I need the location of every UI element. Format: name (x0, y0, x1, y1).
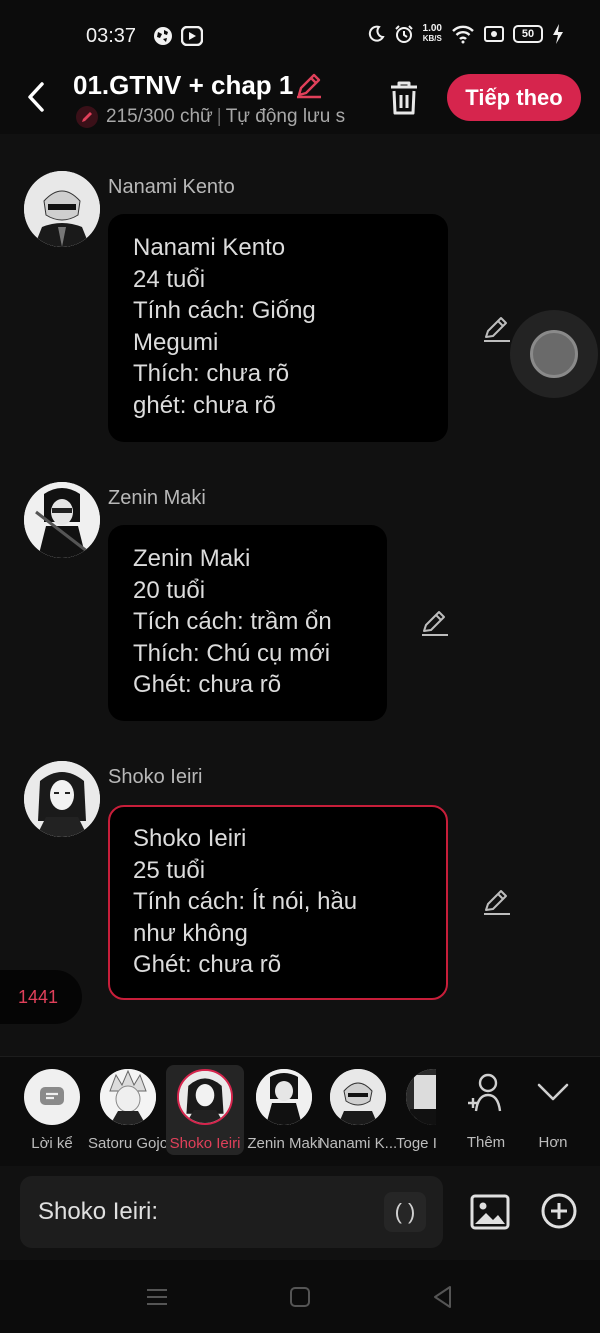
narration-icon (40, 1087, 64, 1105)
message-line: Thích: chưa rõ (133, 360, 290, 388)
trash-icon[interactable] (386, 78, 422, 118)
system-navigation (0, 1260, 600, 1333)
edit-message-icon[interactable] (482, 314, 512, 344)
character-label: Nanami K... (318, 1135, 398, 1152)
more-button[interactable]: Hơn (523, 1071, 583, 1151)
divider: | (216, 106, 222, 127)
message-author: Zenin Maki (108, 487, 206, 509)
status-time: 03:37 (86, 25, 137, 47)
autosave-status: Tự động lưu s (225, 106, 346, 127)
character-label: Lời kể (31, 1135, 73, 1152)
selected-message-bubble[interactable]: Shoko Ieiri 25 tuổi Tính cách: Ít nói, h… (108, 805, 448, 1000)
add-person-icon (468, 1073, 502, 1112)
message-input[interactable]: Shoko Ieiri: ( ) (20, 1176, 443, 1248)
message-line: Tính cách: Giống (133, 297, 316, 325)
message-line: Megumi (133, 328, 219, 356)
character-toge[interactable]: Toge I (396, 1065, 436, 1152)
message-author: Nanami Kento (108, 176, 235, 198)
more-label: Hơn (538, 1134, 568, 1151)
message-line: 24 tuổi (133, 265, 206, 293)
moon-icon (368, 25, 385, 42)
character-label: Toge I (396, 1135, 436, 1152)
character-avatar (100, 1069, 156, 1125)
message-line: Tích cách: trầm ổn (133, 608, 332, 636)
back-nav-icon[interactable] (430, 1284, 456, 1310)
wifi-icon (452, 25, 474, 44)
editor-header: 01.GTNV + chap 1 215/300 chữ | Tự động l… (0, 62, 600, 134)
network-speed: 1.00 KB/S (422, 23, 442, 44)
parenthesis-button[interactable]: ( ) (384, 1192, 426, 1232)
message-line: Ghét: chưa rõ (133, 951, 282, 979)
character-avatar (256, 1069, 312, 1125)
character-label: Shoko Ieiri (169, 1135, 241, 1152)
vpn-globe-icon (154, 27, 172, 45)
alarm-icon (394, 25, 413, 43)
message-line: 25 tuổi (133, 856, 206, 884)
edit-title-icon[interactable] (294, 70, 324, 100)
pencil-badge-icon (76, 106, 98, 128)
edit-message-icon[interactable] (420, 608, 450, 638)
avatar-maki[interactable] (24, 482, 100, 558)
message-line: Nanami Kento (133, 234, 286, 261)
narration-avatar (24, 1069, 80, 1125)
character-shoko-selected[interactable]: Shoko Ieiri (166, 1065, 244, 1155)
composer: Shoko Ieiri: ( ) (0, 1166, 600, 1260)
next-button[interactable]: Tiếp theo (447, 74, 581, 121)
character-selector: Lời kể Satoru Gojo Shoko Ieiri Zenin Mak… (0, 1056, 600, 1166)
message-line: 20 tuổi (133, 576, 206, 604)
avatar-nanami[interactable] (24, 171, 100, 247)
message-line: ghét: chưa rõ (133, 391, 276, 419)
message-bubble[interactable]: Nanami Kento 24 tuổi Tính cách: Giống Me… (108, 214, 448, 442)
floating-button-core (530, 330, 578, 378)
character-label: Satoru Gojo (88, 1135, 168, 1152)
home-nav-icon[interactable] (287, 1284, 313, 1310)
character-narration[interactable]: Lời kể (12, 1065, 92, 1152)
chat-area: Nanami Kento Nanami Kento 24 tuổi Tính c… (0, 134, 600, 1056)
character-nanami[interactable]: Nanami K... (318, 1065, 398, 1152)
message-author: Shoko Ieiri (108, 766, 203, 788)
avatar-shoko[interactable] (24, 761, 100, 837)
add-icon[interactable] (540, 1192, 578, 1230)
character-satoru[interactable]: Satoru Gojo (88, 1065, 168, 1152)
youtube-icon (181, 26, 203, 46)
character-avatar (406, 1069, 436, 1125)
charging-icon (553, 24, 563, 44)
word-count: 215/300 chữ (106, 106, 213, 127)
character-label: Zenin Maki (247, 1135, 321, 1152)
chevron-down-icon (537, 1083, 569, 1101)
battery-level: 50 (513, 25, 543, 43)
message-bubble[interactable]: Zenin Maki 20 tuổi Tích cách: trầm ổn Th… (108, 525, 387, 721)
image-icon[interactable] (470, 1192, 510, 1232)
story-subtitle: 215/300 chữ | Tự động lưu s (76, 106, 362, 128)
character-avatar (177, 1069, 233, 1125)
message-line: Zenin Maki (133, 545, 251, 572)
back-arrow-icon[interactable] (20, 78, 52, 116)
screen-record-icon (484, 26, 504, 42)
menu-nav-icon[interactable] (144, 1284, 170, 1310)
message-line: Shoko Ieiri (133, 825, 247, 852)
story-title[interactable]: 01.GTNV + chap 1 (73, 70, 293, 101)
word-count-badge[interactable]: 1441 (0, 970, 82, 1024)
floating-assist-button[interactable] (510, 310, 598, 398)
edit-message-icon[interactable] (482, 887, 512, 917)
message-line: Ghét: chưa rõ (133, 671, 282, 699)
character-maki[interactable]: Zenin Maki (244, 1065, 324, 1152)
add-label: Thêm (466, 1134, 506, 1151)
message-line: Thích: Chú cụ mới (133, 639, 331, 667)
message-line: Tính cách: Ít nói, hầu (133, 888, 358, 916)
add-character-button[interactable]: Thêm (456, 1071, 516, 1151)
character-avatar (330, 1069, 386, 1125)
input-value: Shoko Ieiri: (38, 1198, 159, 1225)
message-line: như không (133, 919, 248, 947)
